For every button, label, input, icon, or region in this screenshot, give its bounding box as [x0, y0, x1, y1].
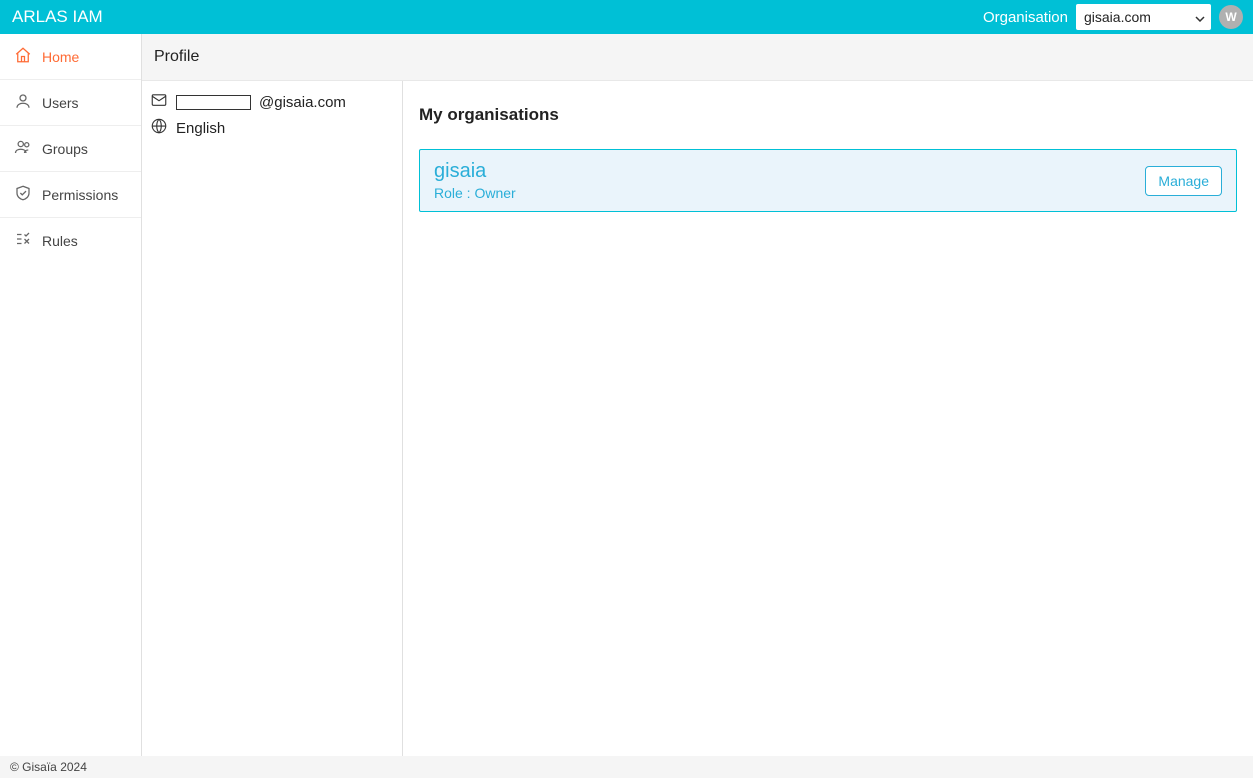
avatar[interactable]: W [1219, 5, 1243, 29]
sidebar-item-groups[interactable]: Groups [0, 126, 141, 172]
content: Profile @gisaia.com English My organisa [142, 34, 1253, 756]
main-panel: My organisations gisaia Role : Owner Man… [403, 81, 1253, 756]
sidebar: Home Users Groups Permissions Rules [0, 34, 142, 756]
org-label: Organisation [983, 9, 1068, 26]
rules-icon [14, 230, 32, 251]
people-icon [14, 138, 32, 159]
globe-icon [150, 117, 168, 139]
profile-panel: @gisaia.com English [142, 81, 403, 756]
sidebar-item-label: Users [42, 95, 79, 111]
sidebar-item-rules[interactable]: Rules [0, 218, 141, 263]
topbar: ARLAS IAM Organisation gisaia.com W [0, 0, 1253, 34]
shield-check-icon [14, 184, 32, 205]
manage-button[interactable]: Manage [1145, 166, 1222, 196]
mail-icon [150, 91, 168, 113]
copyright: © Gisaïa 2024 [10, 760, 87, 774]
email-suffix: @gisaia.com [259, 94, 346, 111]
sidebar-item-home[interactable]: Home [0, 34, 141, 80]
sidebar-item-users[interactable]: Users [0, 80, 141, 126]
org-card: gisaia Role : Owner Manage [419, 149, 1237, 212]
app-title: ARLAS IAM [10, 7, 103, 27]
sidebar-item-label: Home [42, 49, 79, 65]
footer: © Gisaïa 2024 [0, 756, 1253, 778]
org-select[interactable]: gisaia.com [1076, 4, 1211, 30]
orgs-section-title: My organisations [419, 105, 1237, 125]
org-role: Role : Owner [434, 185, 516, 201]
org-select-value: gisaia.com [1084, 9, 1151, 25]
home-icon [14, 46, 32, 67]
org-name: gisaia [434, 160, 516, 183]
profile-language: English [176, 120, 225, 137]
sidebar-item-label: Groups [42, 141, 88, 157]
profile-language-row: English [150, 115, 394, 141]
org-card-info: gisaia Role : Owner [434, 160, 516, 201]
page-title: Profile [142, 34, 1253, 81]
chevron-down-icon [1195, 9, 1205, 25]
person-icon [14, 92, 32, 113]
topbar-right: Organisation gisaia.com W [983, 4, 1243, 30]
sidebar-item-label: Rules [42, 233, 78, 249]
profile-email-row: @gisaia.com [150, 89, 394, 115]
avatar-letter: W [1225, 10, 1236, 24]
email-redacted-box [176, 95, 251, 110]
sidebar-item-permissions[interactable]: Permissions [0, 172, 141, 218]
sidebar-item-label: Permissions [42, 187, 118, 203]
